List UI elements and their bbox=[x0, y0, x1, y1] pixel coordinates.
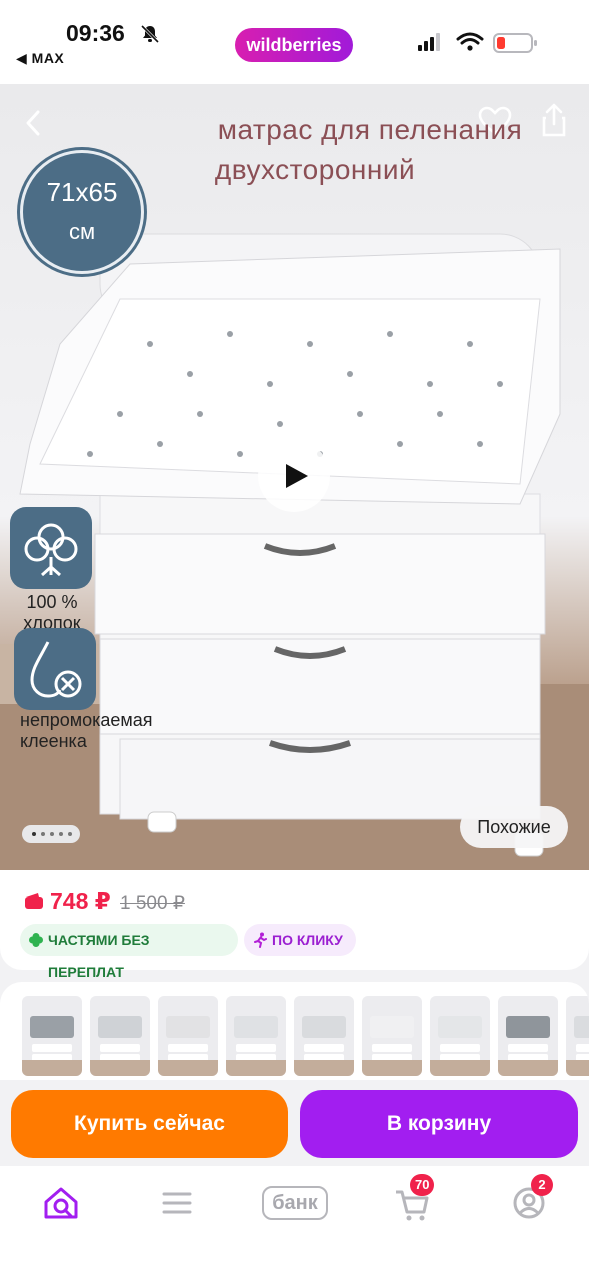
waterproof-feature-badge bbox=[14, 628, 96, 710]
old-price: 1 500 ₽ bbox=[120, 893, 185, 914]
image-title: матрас для пеленания двухсторонний bbox=[150, 110, 589, 190]
gallery-dot bbox=[32, 832, 36, 836]
cotton-icon bbox=[24, 523, 78, 577]
status-time: 09:36 bbox=[66, 20, 125, 46]
gallery-dot bbox=[59, 832, 63, 836]
thumbnail[interactable] bbox=[430, 996, 490, 1076]
cotton-feature-badge bbox=[10, 507, 92, 589]
product-image-gallery[interactable]: матрас для пеленания двухсторонний 71x65… bbox=[0, 84, 589, 870]
current-price: 748 ₽ bbox=[50, 888, 111, 914]
wallet-icon bbox=[25, 893, 43, 909]
waterproof-feature-line-2: клеенка bbox=[20, 731, 87, 751]
home-search-icon[interactable] bbox=[38, 1180, 84, 1226]
thumbnail[interactable] bbox=[226, 996, 286, 1076]
cart-tab[interactable]: 70 bbox=[388, 1174, 435, 1226]
similar-button[interactable]: Похожие bbox=[460, 806, 568, 848]
gallery-dot bbox=[50, 832, 54, 836]
waterproof-feature-label: непромокаемая клеенка bbox=[20, 710, 153, 752]
thumbnail[interactable] bbox=[90, 996, 150, 1076]
installments-chip-label: ЧАСТЯМИ БЕЗ ПЕРЕПЛАТ bbox=[48, 932, 150, 980]
profile-tab[interactable]: 2 bbox=[506, 1174, 553, 1226]
add-to-cart-button[interactable]: В корзину bbox=[300, 1090, 578, 1158]
gallery-dot bbox=[68, 832, 72, 836]
profile-badge: 2 bbox=[531, 1174, 553, 1196]
play-icon bbox=[286, 464, 308, 488]
cotton-feature-value: 100 % bbox=[26, 592, 78, 612]
price-panel: 748 ₽ 1 500 ₽ ЧАСТЯМИ БЕЗ ПЕРЕПЛАТ ПО КЛ… bbox=[0, 870, 589, 980]
play-video-button[interactable] bbox=[258, 440, 330, 512]
system-status-icons bbox=[418, 32, 537, 53]
thumbnail-strip[interactable] bbox=[0, 982, 589, 1080]
thumbnail[interactable] bbox=[362, 996, 422, 1076]
bell-muted-icon bbox=[140, 24, 160, 44]
buy-now-button[interactable]: Купить сейчас bbox=[11, 1090, 288, 1158]
size-badge: 71x65 см bbox=[20, 150, 144, 274]
brand-logo: wildberries bbox=[235, 28, 353, 62]
installments-chip[interactable]: ЧАСТЯМИ БЕЗ ПЕРЕПЛАТ bbox=[20, 924, 238, 980]
thumbnail[interactable] bbox=[498, 996, 558, 1076]
clover-icon bbox=[29, 933, 43, 947]
back-to-app-link[interactable]: ◀ MAX bbox=[16, 50, 64, 67]
gallery-dot bbox=[41, 832, 45, 836]
one-click-chip[interactable]: ПО КЛИКУ bbox=[244, 924, 356, 956]
bank-tab[interactable]: банк bbox=[262, 1186, 328, 1220]
bottom-tab-bar: банк 70 2 bbox=[0, 1166, 589, 1280]
size-badge-value: 71x65 bbox=[46, 177, 118, 207]
thumbnail[interactable] bbox=[22, 996, 82, 1076]
thumbnail[interactable] bbox=[566, 996, 589, 1076]
waterproof-drop-icon bbox=[30, 641, 82, 698]
image-title-line-1: матрас для пеленания bbox=[217, 114, 523, 145]
back-chevron-icon[interactable] bbox=[20, 106, 48, 140]
waterproof-feature-line-1: непромокаемая bbox=[20, 710, 153, 730]
one-click-chip-label: ПО КЛИКУ bbox=[272, 932, 343, 948]
size-badge-unit: см bbox=[68, 219, 96, 244]
thumbnail[interactable] bbox=[158, 996, 218, 1076]
gallery-dots bbox=[22, 825, 80, 843]
cart-badge: 70 bbox=[410, 1174, 435, 1196]
running-person-icon bbox=[254, 932, 267, 948]
thumbnail[interactable] bbox=[294, 996, 354, 1076]
menu-icon[interactable] bbox=[154, 1180, 200, 1226]
status-bar: 09:36 ◀ MAX wildberries bbox=[0, 0, 589, 84]
